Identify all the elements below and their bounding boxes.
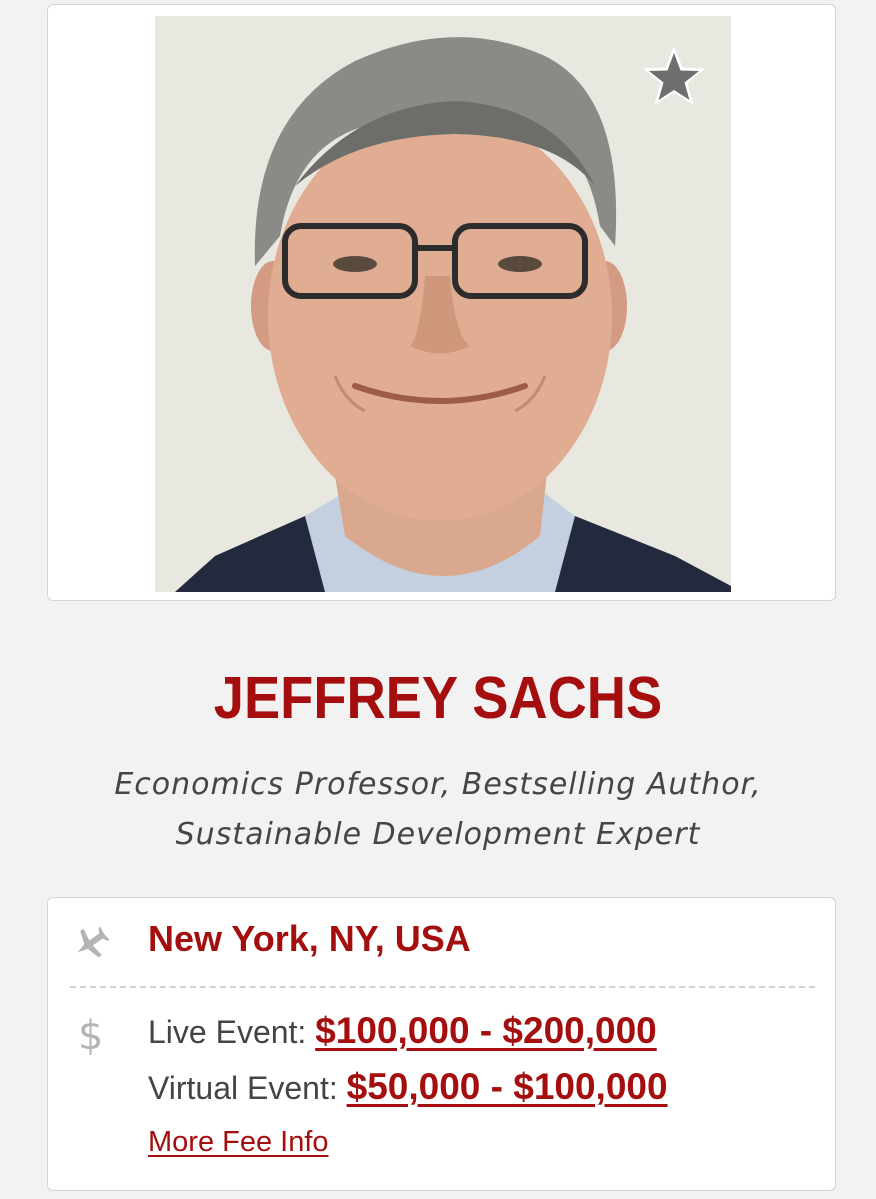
speaker-titles: Economics Professor, Bestselling Author,…	[0, 760, 876, 860]
speaker-photo-card	[47, 4, 836, 601]
virtual-event-label: Virtual Event:	[148, 1070, 347, 1106]
speaker-title-line-1: Economics Professor, Bestselling Author,	[114, 767, 762, 802]
live-event-fee-link[interactable]: $100,000 - $200,000	[315, 1010, 657, 1051]
more-fee-info-link[interactable]: More Fee Info	[148, 1126, 329, 1159]
virtual-event-fee-link[interactable]: $50,000 - $100,000	[347, 1066, 668, 1107]
airplane-icon	[73, 925, 110, 961]
live-event-fee-row: Live Event: $100,000 - $200,000	[148, 1010, 657, 1052]
speaker-title-line-2: Sustainable Development Expert	[175, 817, 701, 852]
live-event-label: Live Event:	[148, 1014, 316, 1050]
dollar-icon: $	[78, 1013, 104, 1059]
speaker-name: JEFFREY SACHS	[213, 665, 663, 731]
speaker-location: New York, NY, USA	[148, 918, 471, 959]
speaker-info-card: New York, NY, USA $ Live Event: $100,000…	[47, 897, 836, 1191]
virtual-event-fee-row: Virtual Event: $50,000 - $100,000	[148, 1066, 668, 1108]
favorite-star-icon[interactable]	[639, 42, 709, 112]
info-divider	[70, 986, 815, 988]
